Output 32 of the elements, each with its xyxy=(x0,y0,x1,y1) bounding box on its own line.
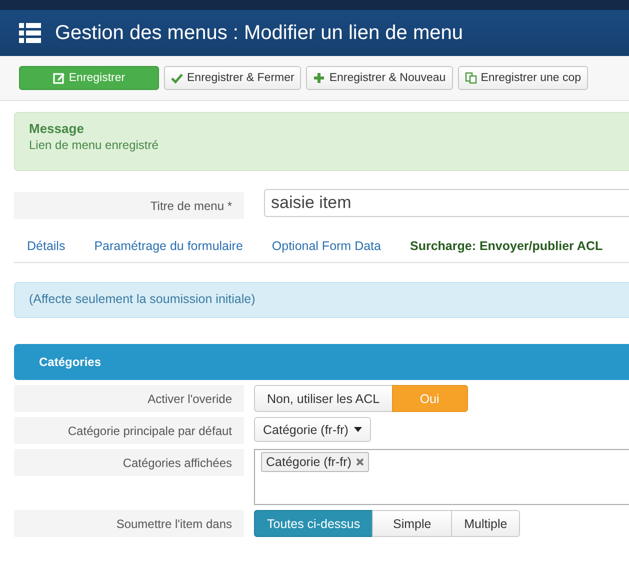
field-label: Titre de menu * xyxy=(14,192,244,219)
edit-icon xyxy=(52,72,65,84)
message-heading: Message xyxy=(29,121,85,136)
tab[interactable]: Détails xyxy=(27,239,66,253)
option-button[interactable]: Multiple xyxy=(451,510,520,537)
title-input[interactable]: saisie item xyxy=(264,189,629,217)
option-button[interactable]: Simple xyxy=(372,510,452,537)
tab[interactable]: Optional Form Data xyxy=(272,239,381,253)
field-label: Soumettre l'item dans xyxy=(14,510,244,537)
field-label: Catégories affichées xyxy=(14,449,244,476)
toolbar-button[interactable]: Enregistrer & Fermer xyxy=(164,66,302,90)
option-button[interactable]: Toutes ci-dessus xyxy=(254,510,374,537)
tag-label: Catégorie (fr-fr) xyxy=(266,455,352,469)
section-header: Catégories xyxy=(14,344,629,380)
field-label: Catégorie principale par défaut xyxy=(14,417,244,444)
tab[interactable]: Surcharge: Envoyer/publier ACL xyxy=(410,239,603,253)
check-icon xyxy=(171,72,183,84)
toolbar-button[interactable]: Enregistrer & Nouveau xyxy=(306,66,453,90)
message-text: Lien de menu enregistré xyxy=(29,138,160,152)
field-label: Activer l'overide xyxy=(14,385,244,412)
remove-icon[interactable] xyxy=(356,458,364,466)
menu-icon xyxy=(19,23,41,43)
tags-field[interactable]: Catégorie (fr-fr) xyxy=(254,449,629,505)
toolbar-button[interactable]: Enregistrer une cop xyxy=(458,66,588,90)
info-message: (Affecte seulement la soumission initiale) xyxy=(14,282,629,318)
copy-icon xyxy=(464,72,477,84)
caret-icon xyxy=(354,427,362,432)
option-button[interactable]: Non, utiliser les ACL xyxy=(254,385,393,412)
page-title: Gestion des menus : Modifier un lien de menu xyxy=(55,22,463,44)
category-dropdown[interactable]: Catégorie (fr-fr) xyxy=(254,417,372,442)
plus-icon xyxy=(313,72,326,84)
tab[interactable]: Paramétrage du formulaire xyxy=(94,239,243,253)
